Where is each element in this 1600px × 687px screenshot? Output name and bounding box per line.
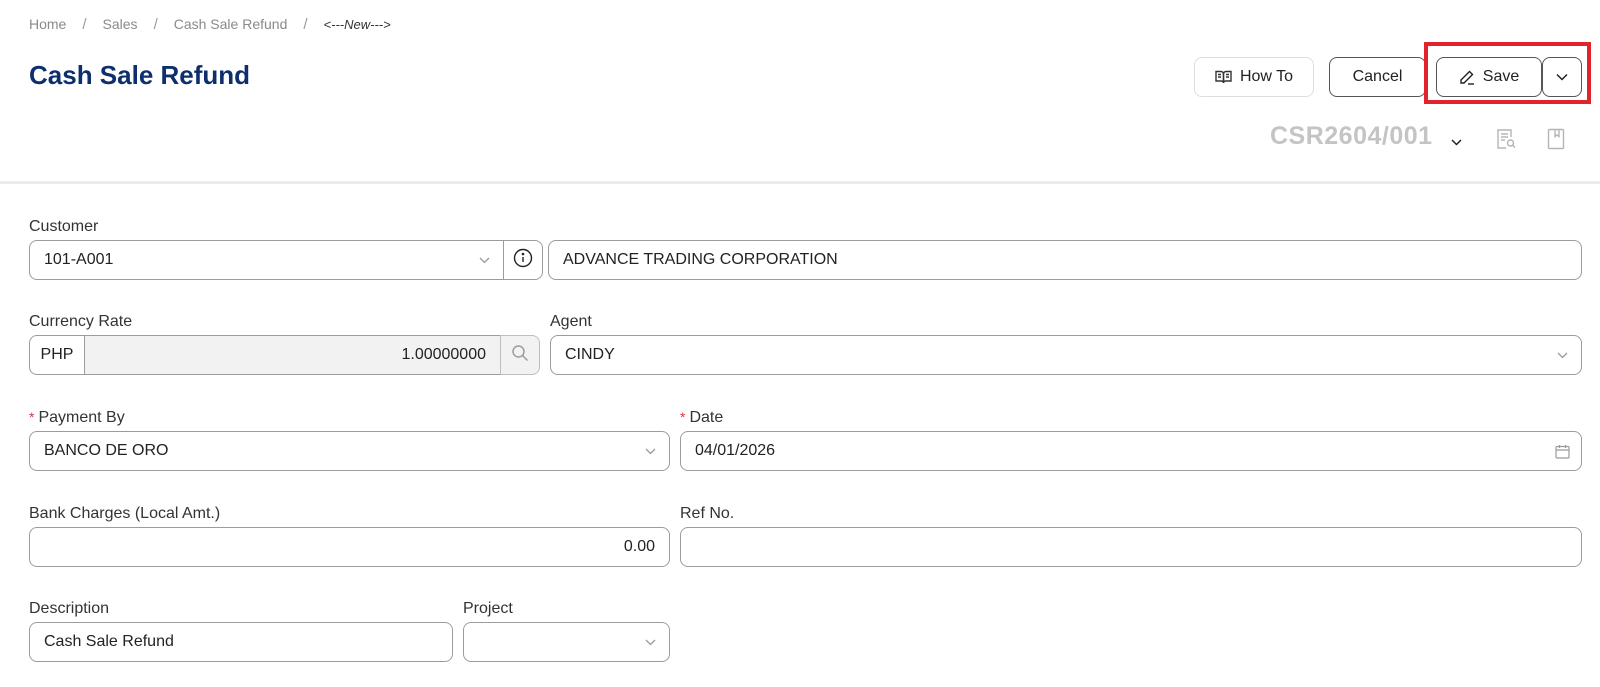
calendar-icon[interactable] [1543, 444, 1581, 459]
agent-value: CINDY [565, 346, 615, 363]
how-to-button[interactable]: How To [1194, 57, 1314, 97]
payment-by-label-text: Payment By [38, 409, 125, 426]
breadcrumb-separator: / [303, 15, 308, 33]
date-label: * Date [680, 409, 723, 427]
document-number-dropdown[interactable] [1447, 133, 1465, 151]
cancel-button[interactable]: Cancel [1329, 57, 1426, 97]
bank-charges-input[interactable]: 0.00 [29, 527, 670, 567]
currency-code: PHP [29, 335, 85, 375]
save-button[interactable]: Save [1436, 57, 1542, 97]
date-label-text: Date [689, 409, 724, 426]
payment-by-label: * Payment By [29, 409, 125, 427]
customer-code-value: 101-A001 [44, 251, 114, 268]
currency-code-value: PHP [40, 346, 74, 363]
customer-name-value: ADVANCE TRADING CORPORATION [563, 251, 838, 268]
chevron-down-icon [631, 639, 669, 646]
currency-rate-value: 1.00000000 [401, 346, 486, 363]
currency-rate-search-button[interactable] [500, 335, 540, 375]
ref-no-input[interactable] [680, 527, 1582, 567]
customer-label: Customer [29, 218, 99, 235]
breadcrumb: Home / Sales / Cash Sale Refund / <---Ne… [29, 14, 391, 34]
bank-charges-label: Bank Charges (Local Amt.) [29, 505, 221, 522]
search-icon [511, 344, 529, 367]
document-number: CSR2604/001 [1270, 122, 1433, 150]
ref-no-label: Ref No. [680, 505, 735, 522]
page-title: Cash Sale Refund [29, 60, 251, 90]
header-divider [0, 181, 1600, 184]
document-search-icon[interactable] [1496, 128, 1516, 155]
chevron-down-icon [631, 448, 669, 455]
chevron-down-icon [1450, 133, 1462, 151]
currency-rate-label: Currency Rate [29, 313, 133, 330]
date-value: 04/01/2026 [695, 442, 776, 459]
currency-rate-input[interactable]: 1.00000000 [84, 335, 501, 375]
breadcrumb-separator: / [153, 15, 158, 33]
description-input[interactable]: Cash Sale Refund [29, 622, 453, 662]
project-select[interactable] [463, 622, 670, 662]
breadcrumb-home[interactable]: Home [29, 16, 66, 32]
breadcrumb-sales[interactable]: Sales [103, 16, 138, 32]
customer-info-button[interactable] [503, 240, 543, 280]
agent-label: Agent [550, 313, 592, 330]
payment-by-select[interactable]: BANCO DE ORO [29, 431, 670, 471]
pencil-icon [1459, 69, 1475, 85]
project-label: Project [463, 600, 513, 617]
description-value: Cash Sale Refund [44, 633, 174, 650]
how-to-label: How To [1239, 68, 1294, 85]
bank-charges-value: 0.00 [623, 538, 655, 555]
payment-by-value: BANCO DE ORO [44, 442, 169, 459]
required-marker: * [29, 409, 35, 425]
save-label: Save [1482, 68, 1520, 85]
customer-name-field[interactable]: ADVANCE TRADING CORPORATION [548, 240, 1582, 280]
chevron-down-icon [1556, 68, 1568, 86]
bookmark-icon[interactable] [1547, 128, 1565, 155]
info-icon [513, 248, 533, 273]
description-label: Description [29, 600, 110, 617]
breadcrumb-separator: / [82, 15, 87, 33]
breadcrumb-current: <---New---> [323, 16, 391, 32]
date-picker[interactable]: 04/01/2026 [680, 431, 1582, 471]
agent-select[interactable]: CINDY [550, 335, 1582, 375]
chevron-down-icon [1543, 352, 1581, 359]
chevron-down-icon [465, 257, 503, 264]
required-marker: * [680, 409, 686, 425]
customer-code-select[interactable]: 101-A001 [29, 240, 504, 280]
breadcrumb-cash-sale-refund[interactable]: Cash Sale Refund [174, 16, 288, 32]
book-icon [1215, 70, 1232, 84]
save-options-button[interactable] [1542, 57, 1582, 97]
